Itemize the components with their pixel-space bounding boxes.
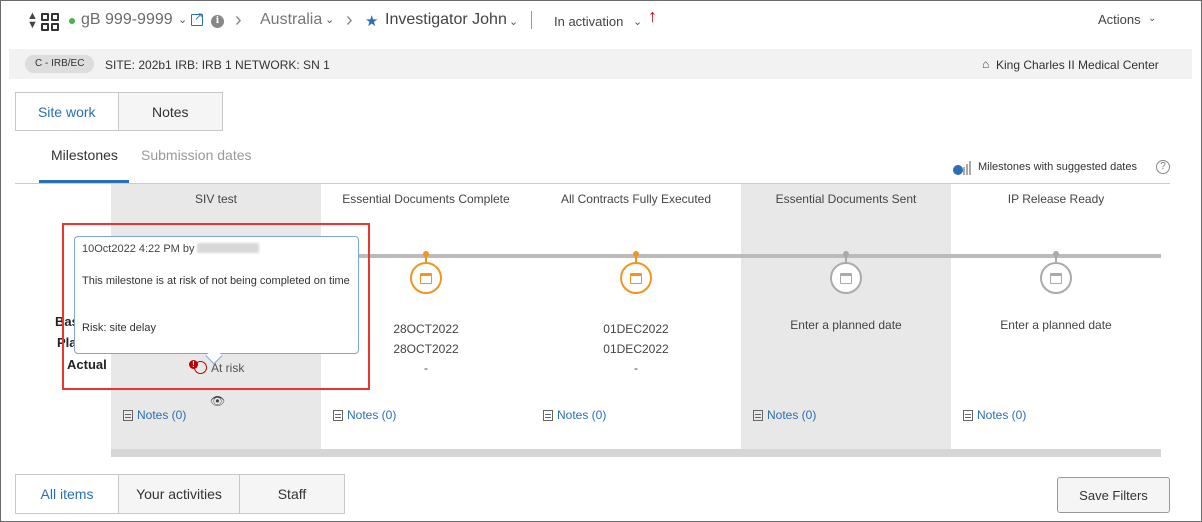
milestone-title: IP Release Ready: [1007, 192, 1105, 206]
notes-link[interactable]: Notes (0): [543, 408, 606, 422]
building-icon: ⌂: [982, 57, 990, 71]
milestone-title: All Contracts Fully Executed: [560, 192, 712, 206]
suggested-dates-icon: [953, 159, 973, 177]
irb-badge: C - IRB/EC: [25, 55, 95, 73]
chevron-down-icon[interactable]: ⌄: [633, 15, 642, 28]
sort-arrows-icon[interactable]: ▲ ▼: [27, 11, 38, 31]
app-frame: ▲▼ gB 999-9999 ⌄ i › Australia ⌄ › ★ Inv…: [0, 0, 1202, 522]
activity-switch: All items Your activities Staff: [15, 474, 345, 514]
note-icon: [543, 409, 553, 421]
milestone-title: SIV test: [194, 192, 238, 206]
tab-staff[interactable]: Staff: [240, 475, 344, 513]
breadcrumb-separator-icon: ›: [346, 9, 353, 31]
calendar-icon[interactable]: [620, 262, 652, 294]
tab-all-items[interactable]: All items: [16, 475, 119, 513]
status-selector[interactable]: In activation: [554, 14, 623, 29]
center-name: King Charles II Medical Center: [996, 58, 1159, 72]
chevron-down-icon[interactable]: ⌄: [178, 13, 187, 26]
up-arrow-icon: ↑: [648, 6, 657, 26]
planned-date-placeholder[interactable]: Enter a planned date: [951, 318, 1161, 332]
tab-notes[interactable]: Notes: [118, 93, 222, 130]
milestone-column: IP Release Ready Enter a planned date No…: [951, 184, 1161, 449]
calendar-icon[interactable]: [830, 262, 862, 294]
site-info: SITE: 202b1 IRB: IRB 1 NETWORK: SN 1: [105, 58, 330, 72]
milestone-column: All Contracts Fully Executed 01DEC2022 0…: [531, 184, 741, 449]
save-filters-button[interactable]: Save Filters: [1057, 477, 1170, 513]
planned-date-placeholder[interactable]: Enter a planned date: [741, 318, 951, 332]
planned-date[interactable]: 01DEC2022: [531, 342, 741, 356]
breadcrumb-separator-icon: ›: [235, 9, 242, 31]
tab-your-activities[interactable]: Your activities: [119, 475, 240, 513]
notes-link[interactable]: Notes (0): [753, 408, 816, 422]
notes-link[interactable]: Notes (0): [963, 408, 1026, 422]
tab-submission-dates[interactable]: Submission dates: [141, 147, 252, 163]
help-icon[interactable]: ?: [1156, 160, 1170, 174]
study-id[interactable]: gB 999-9999: [81, 11, 173, 29]
chevron-down-icon[interactable]: ⌄: [1148, 13, 1156, 24]
baseline-date: 01DEC2022: [603, 322, 669, 336]
site-info-bar: C - IRB/EC SITE: 202b1 IRB: IRB 1 NETWOR…: [9, 49, 1192, 79]
actions-menu[interactable]: Actions: [1098, 12, 1141, 27]
header-divider: [531, 11, 532, 29]
note-icon: [753, 409, 763, 421]
notes-link[interactable]: Notes (0): [333, 408, 396, 422]
country-selector[interactable]: Australia: [260, 11, 322, 29]
milestone-title: Essential Documents Sent: [775, 192, 917, 206]
eye-icon[interactable]: 👁: [210, 394, 225, 408]
notes-link[interactable]: Notes (0): [123, 408, 186, 422]
timeline-scrollbar[interactable]: [111, 449, 1161, 457]
note-icon: [333, 409, 343, 421]
note-icon: [963, 409, 973, 421]
note-icon: [123, 409, 133, 421]
view-switch: Site work Notes: [15, 92, 223, 131]
external-link-icon[interactable]: [191, 10, 203, 26]
grid-menu-icon[interactable]: [41, 13, 59, 31]
star-icon[interactable]: ★: [365, 12, 378, 30]
actual-date[interactable]: -: [531, 361, 741, 375]
tab-site-work[interactable]: Site work: [16, 93, 119, 130]
chevron-down-icon[interactable]: ⌄: [325, 13, 334, 26]
tab-milestones[interactable]: Milestones: [51, 147, 118, 163]
investigator-selector[interactable]: Investigator John: [385, 11, 507, 29]
calendar-icon[interactable]: [410, 262, 442, 294]
milestone-title: Essential Documents Complete: [342, 192, 510, 206]
milestone-column: Essential Documents Sent Enter a planned…: [741, 184, 951, 449]
status-dot-icon: [69, 18, 75, 24]
highlight-box: [62, 223, 370, 390]
suggested-dates-label[interactable]: Milestones with suggested dates: [978, 161, 1137, 173]
calendar-icon[interactable]: [1040, 262, 1072, 294]
info-icon[interactable]: i: [211, 15, 224, 28]
chevron-down-icon[interactable]: ⌄: [509, 15, 518, 28]
